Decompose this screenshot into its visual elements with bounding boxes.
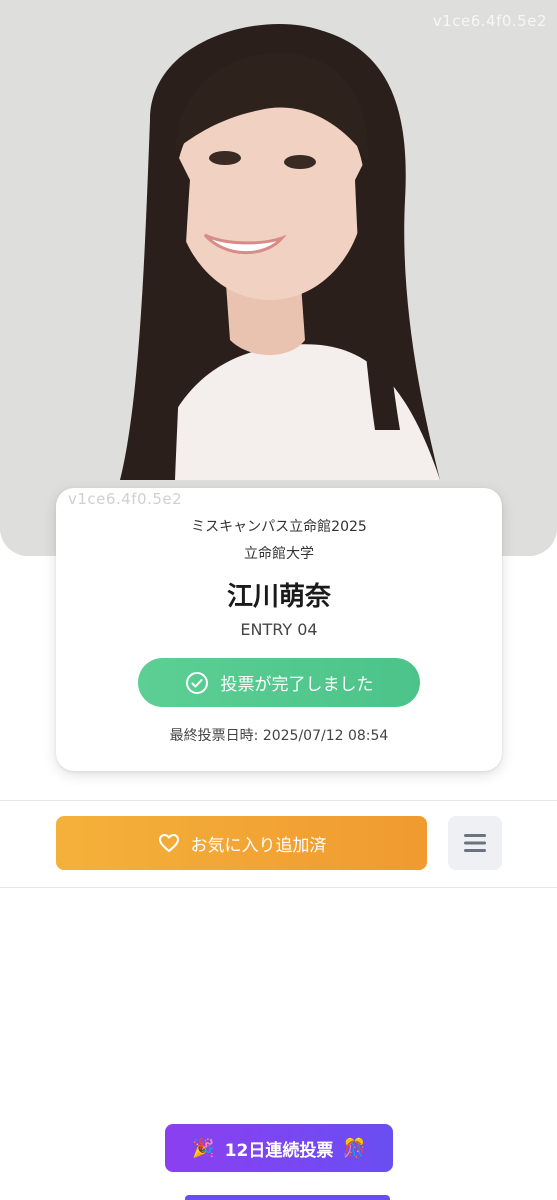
divider: [0, 800, 557, 801]
vote-status-label: 投票が完了しました: [220, 675, 374, 695]
menu-button[interactable]: [448, 816, 502, 870]
confetti-ball-icon: 🎊: [343, 1137, 366, 1159]
profile-card: ミスキャンパス立命館2025 立命館大学 江川萌奈 ENTRY 04 投票が完了…: [56, 488, 502, 771]
check-circle-icon: [185, 671, 208, 694]
streak-vote-button[interactable]: 🎉 12日連続投票 🎊: [165, 1124, 393, 1172]
menu-icon: [464, 834, 486, 852]
watermark-text: v1ce6.4f0.5e2: [68, 490, 183, 508]
streak-label: 12日連続投票: [224, 1140, 334, 1161]
watermark-text: v1ce6.4f0.5e2: [432, 12, 547, 30]
contest-name: ミスキャンパス立命館2025: [191, 519, 367, 535]
university-name: 立命館大学: [244, 546, 314, 562]
entry-number: ENTRY 04: [240, 620, 318, 639]
favorite-button[interactable]: お気に入り追加済: [56, 816, 427, 870]
divider: [0, 887, 557, 888]
portrait-image: [0, 0, 557, 556]
hero-photo: v1ce6.4f0.5e2: [0, 0, 557, 556]
favorite-label: お気に入り追加済: [190, 835, 327, 856]
candidate-name: 江川萌奈: [226, 582, 331, 612]
bottom-button-edge: [185, 1195, 390, 1200]
vote-complete-button[interactable]: 投票が完了しました: [138, 658, 420, 707]
party-popper-icon: 🎉: [192, 1137, 215, 1159]
heart-icon: [158, 834, 179, 852]
last-vote-time: 最終投票日時: 2025/07/12 08:54: [169, 728, 389, 744]
